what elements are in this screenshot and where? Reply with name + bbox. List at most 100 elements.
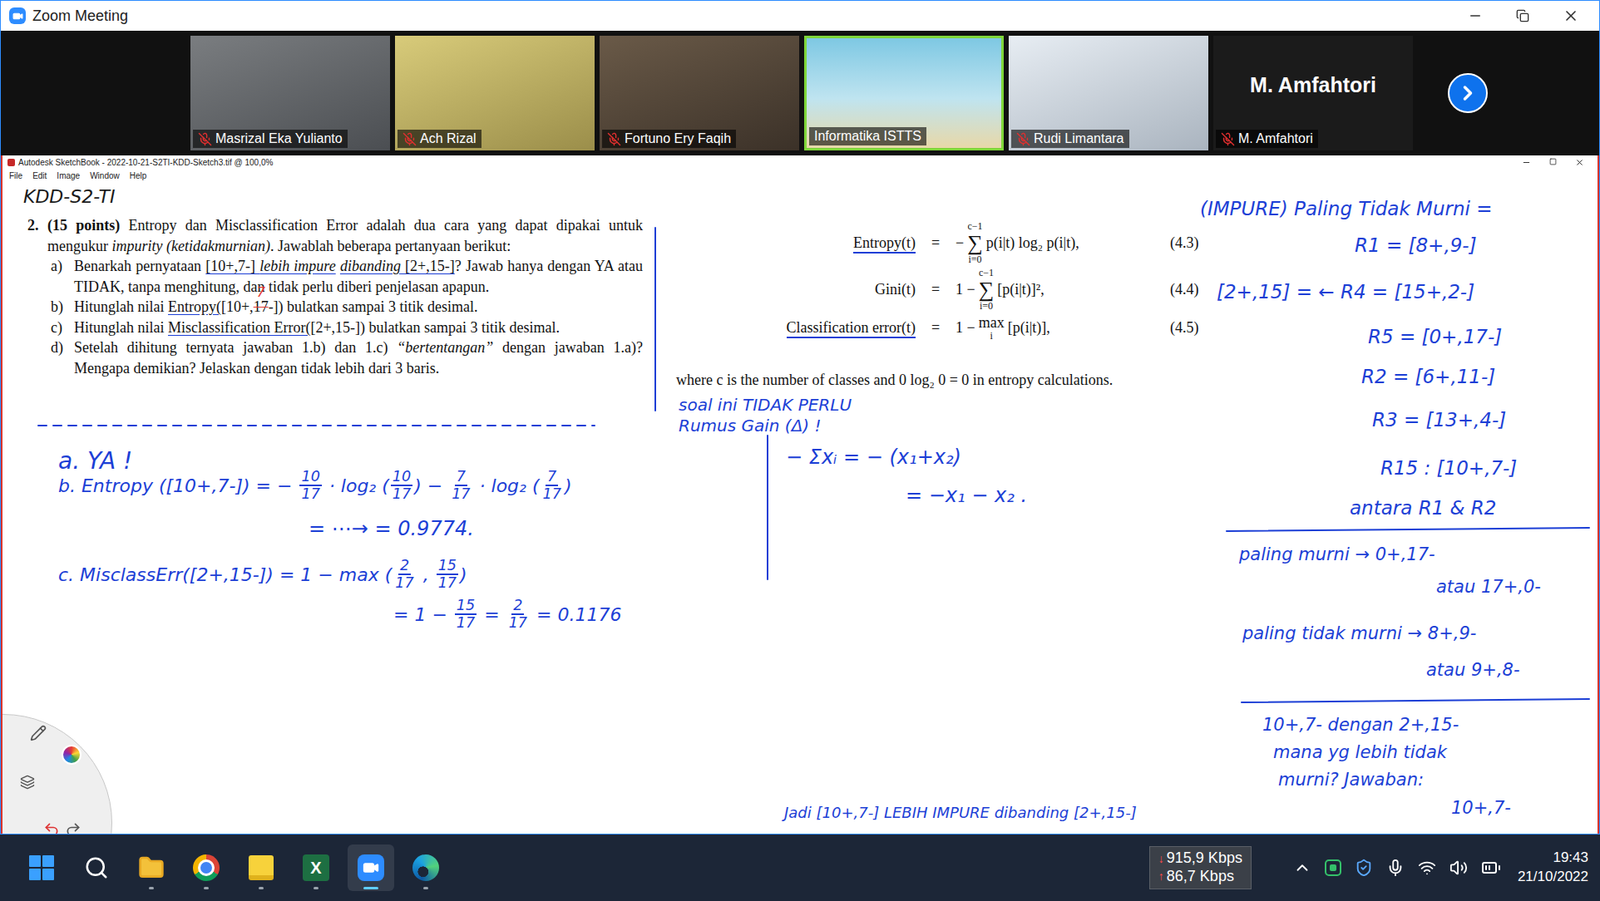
taskbar-app[interactable] [128,844,175,892]
minimize-icon[interactable] [1467,8,1483,24]
running-indicator [423,887,429,890]
shield-icon[interactable] [1354,859,1373,878]
maximize-icon[interactable] [1549,158,1557,166]
handwritten-note: paling murni → 0+,17- [1239,543,1436,566]
chevron-up-icon[interactable] [1293,859,1312,878]
participant-tile[interactable]: Informatika ISTTS [804,35,1004,151]
wifi-icon[interactable] [1417,859,1437,878]
fraction: 1517 [454,597,477,633]
muted-mic-icon [197,132,213,147]
question-text: . Jawablah beberapa pertanyaan berikut: [270,237,511,255]
handwritten-note: KDD-S2-TI [23,185,115,209]
running-indicator [258,887,264,890]
handwritten-note: R3 = [13+,4-] [1372,408,1507,433]
undo-button[interactable] [43,821,60,835]
question-text: [2+,15-]) bulatkan sampai 3 titik desima… [310,319,560,336]
formula-body: 1 −maxi[p(i|t)], [955,315,1171,341]
title-bar: Zoom Meeting [0,0,1600,31]
screen: Zoom Meeting Masrizal Eka Yulianto Ach Riz… [0,0,1600,901]
formula-label: Gini(t) [740,281,916,299]
question-text [335,257,341,275]
minimize-icon[interactable] [1521,158,1531,168]
taskbar-apps: X [18,844,450,892]
taskbar-app[interactable] [237,844,285,892]
handwritten-note: R15 : [10+,7-] [1380,456,1517,481]
question-number: 2. [27,215,48,257]
formula-number: (4.3) [1170,234,1200,252]
question-text: Setelah dihitung ternyata jawaban 1.b) d… [74,339,397,356]
handwritten-note: atau 17+,0- [1436,576,1541,598]
drawing-canvas[interactable]: 2.(15 points) Entropy dan Misclassificat… [2,182,1598,835]
muted-mic-icon [607,132,622,147]
question-text: [10+, [221,298,254,316]
fraction: 717 [540,469,563,504]
handwritten-note: R1 = [8+,9-] [1354,233,1477,258]
menu-item[interactable]: Window [89,171,120,181]
handwritten-note: Rumus Gain (Δ) ! [678,415,822,437]
close-icon[interactable] [1575,158,1585,168]
handwritten-note: 10+,7- [1451,797,1512,820]
handwritten-note: 10+,7- dengan 2+,15- [1262,714,1459,736]
taskbar-app[interactable]: X [292,844,340,892]
participant-tile[interactable]: M. AmfahtoriM. Amfahtori [1213,35,1413,151]
menu-item[interactable]: Help [129,171,148,181]
menu-item[interactable]: Image [56,171,80,181]
lagoon-toolbar[interactable] [2,714,113,835]
volume-icon[interactable] [1449,859,1468,878]
participant-label: Rudi Limantara [1011,129,1130,149]
next-page-button[interactable] [1447,73,1488,114]
participant-tile[interactable]: Ach Rizal [395,35,595,151]
formula-number: (4.5) [1170,319,1200,337]
participant-label: M. Amfahtori [1215,129,1319,149]
taskbar-app[interactable] [182,844,230,892]
chevron-right-icon [1456,81,1480,105]
handwritten-note: a. YA ! [58,446,133,476]
formula-equals: = [915,319,956,337]
fraction: 217 [393,558,415,593]
muted-mic-icon [1016,132,1031,147]
pencil-tool[interactable] [29,725,47,742]
formula-equals: = [915,281,956,299]
participant-tile[interactable]: Masrizal Eka Yulianto [190,35,391,151]
menu-bar: File Edit Image Window Help [2,168,1598,183]
redo-button[interactable] [64,821,82,835]
taskbar-app[interactable] [402,844,450,892]
network-speed: ↓915,9 Kbps↑86,7 Kbps [1149,846,1252,889]
taskbar-app[interactable] [347,844,395,892]
zoom-icon [357,854,385,882]
handwritten-note: atau 9+,8- [1426,659,1521,682]
handwritten-note: c. MisclassErr([2+,15-]) = 1 − max (217 … [58,558,468,593]
taskbar-app[interactable] [73,844,120,892]
handwritten-note: b. Entropy ([10+,7-]) = − 1017 · log₂ (1… [58,469,572,504]
handwritten-note: = ⋯→ = 0.9774. [308,516,475,542]
mic-icon[interactable] [1386,859,1405,878]
menu-item[interactable]: File [9,171,23,181]
item-label: b) [50,296,75,318]
menu-item[interactable]: Edit [32,171,47,181]
item-label: c) [50,317,75,339]
participant-label: Informatika ISTTS [809,127,927,146]
participant-tile[interactable]: Rudi Limantara [1008,35,1209,151]
color-wheel-icon[interactable] [61,745,82,766]
running-indicator [203,887,209,890]
question-item: b)Hitunglah nilai Entropy([10+,177-]) bu… [27,296,643,318]
handwritten-note: murni? Jawaban: [1278,769,1424,791]
participant-tile[interactable]: Fortuno Ery Faqih [599,35,800,151]
tray-app-icon[interactable] [1324,859,1342,877]
restore-icon[interactable] [1516,9,1530,23]
question-text: (15 points) [47,217,120,234]
chrome-icon [192,854,220,882]
question-text: [2+,15-] [400,257,455,275]
brush-tool[interactable] [19,775,35,791]
question-text: Misclassification Error( [167,319,311,336]
taskbar-app[interactable] [18,844,65,892]
sketchbook-icon [7,158,15,167]
sticky-notes-icon [248,855,274,881]
windows-icon [29,855,55,881]
battery-icon[interactable] [1481,858,1502,879]
close-icon[interactable] [1562,7,1580,25]
participant-label: Ach Rizal [397,129,482,149]
handwritten-note: = 1 − 1517 = 217 = 0.1176 [393,597,622,633]
clock[interactable]: 19:4321/10/2022 [1517,849,1589,888]
formula-equals: = [915,234,956,252]
